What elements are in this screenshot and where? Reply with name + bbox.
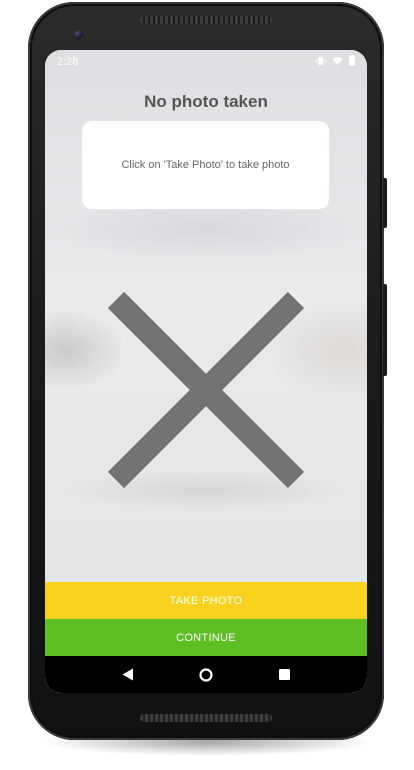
hint-text: Click on 'Take Photo' to take photo <box>121 159 290 171</box>
hint-card: Click on 'Take Photo' to take photo <box>82 121 329 209</box>
front-camera <box>74 30 83 39</box>
page-title: No photo taken <box>144 92 268 111</box>
take-photo-button[interactable]: TAKE PHOTO <box>45 582 367 619</box>
phone-frame: 2:28 No photo taken Click on 'Take Photo… <box>28 2 387 740</box>
volume-rocker <box>383 284 387 376</box>
status-bar: 2:28 <box>45 50 367 74</box>
top-speaker-grille <box>140 16 272 24</box>
power-button <box>383 178 387 228</box>
bottom-speaker-grille <box>140 714 272 722</box>
back-icon[interactable] <box>118 665 138 685</box>
app-screen: 2:28 No photo taken Click on 'Take Photo… <box>45 50 367 693</box>
battery-icon <box>349 55 355 69</box>
status-icons <box>315 55 355 69</box>
navigation-bar <box>45 656 367 693</box>
vibrate-icon <box>315 56 326 69</box>
device-stage: 2:28 No photo taken Click on 'Take Photo… <box>0 0 414 770</box>
close-x-icon <box>104 288 308 492</box>
continue-button[interactable]: CONTINUE <box>45 619 367 656</box>
wifi-icon <box>332 56 343 69</box>
status-time: 2:28 <box>57 56 79 68</box>
recents-icon[interactable] <box>274 665 294 685</box>
home-icon[interactable] <box>196 665 216 685</box>
